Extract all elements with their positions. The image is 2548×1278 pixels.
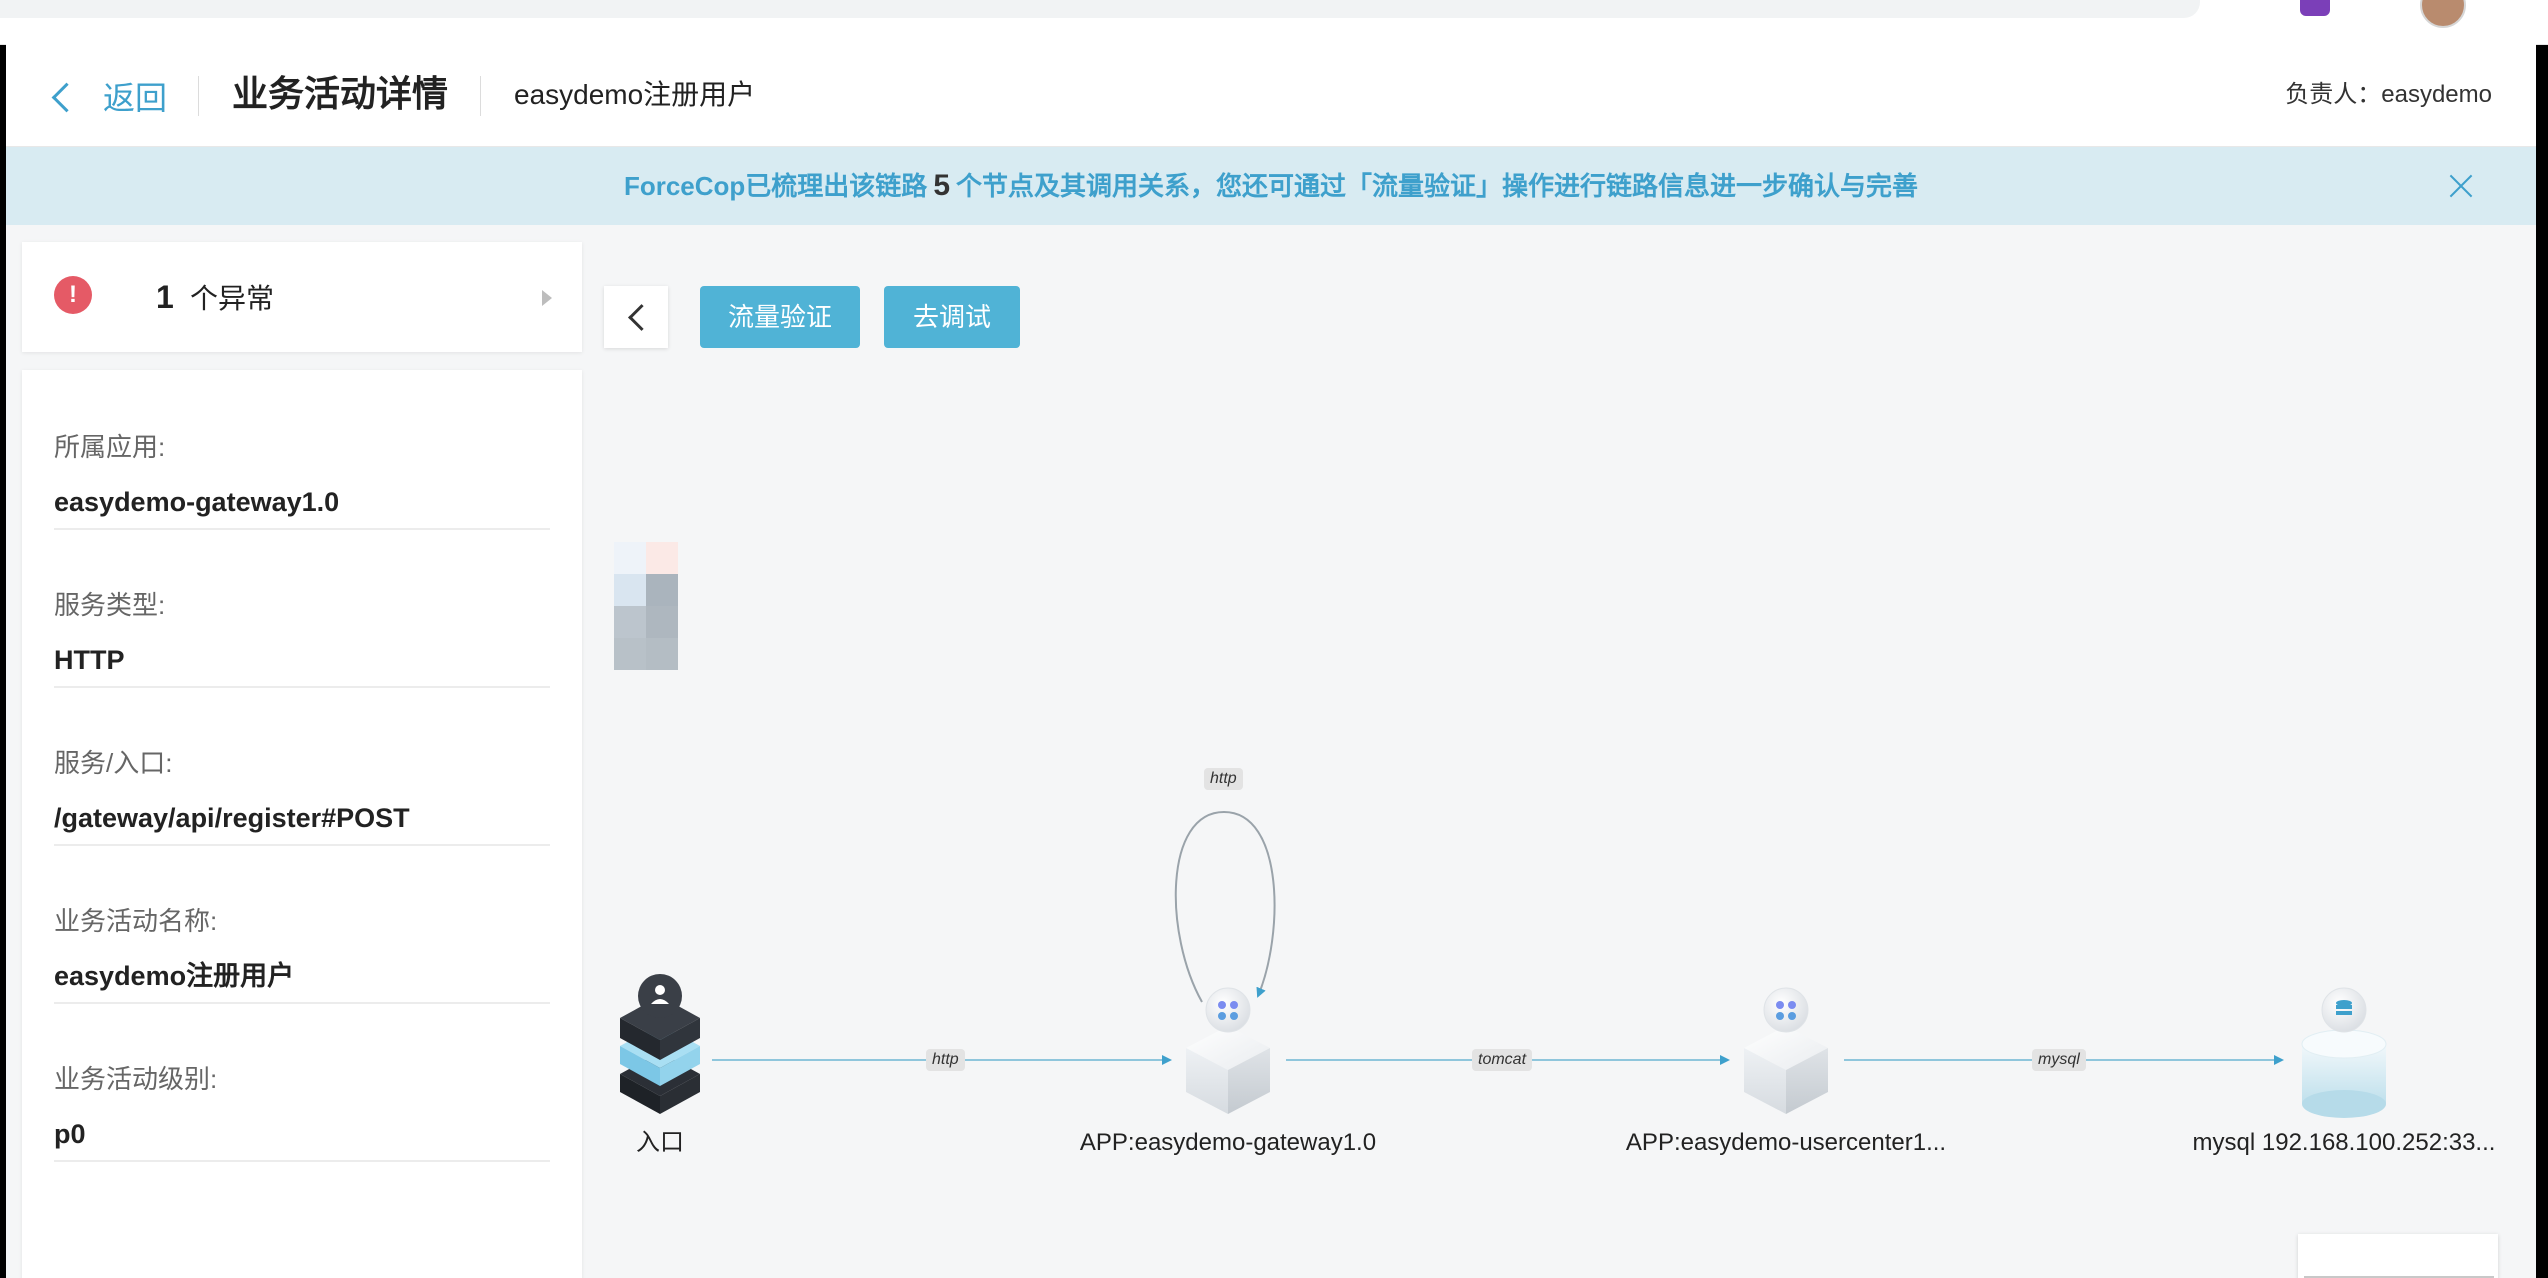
avatar[interactable]: [2420, 0, 2466, 28]
field-label: 服务类型:: [54, 590, 166, 620]
field-entry: 服务/入口: /gateway/api/register#POST: [54, 686, 550, 846]
node-label: 入口: [636, 1129, 684, 1156]
node-label: APP:easydemo-gateway1.0: [1079, 1129, 1377, 1156]
notice-count: 5: [933, 169, 950, 202]
field-label: 服务/入口:: [54, 748, 173, 778]
edge-self-loop: [1174, 810, 1276, 1003]
field-label: 业务活动名称:: [54, 906, 218, 936]
field-app: 所属应用: easydemo-gateway1.0: [54, 370, 550, 530]
divider: [480, 76, 481, 116]
address-bar[interactable]: [0, 0, 2200, 18]
field-value: HTTP: [54, 645, 125, 675]
extension-icon[interactable]: [2230, 0, 2260, 16]
browser-toolbar: [0, 0, 2548, 45]
activity-name: easydemo注册用户: [514, 79, 756, 110]
field-label: 业务活动级别:: [54, 1064, 218, 1094]
error-summary-card[interactable]: ! 1 个异常: [22, 242, 582, 352]
notice-prefix: ForceCop已梳理出该链路: [623, 171, 928, 201]
chevron-left-icon: [51, 82, 82, 112]
page-header: 返回 业务活动详情 easydemo注册用户 负责人：easydemo: [6, 44, 2536, 147]
back-button[interactable]: 返回: [51, 76, 168, 116]
edge-label: http: [1204, 768, 1243, 790]
back-label: 返回: [103, 80, 168, 116]
extension-icon[interactable]: [2360, 0, 2390, 16]
field-value: /gateway/api/register#POST: [54, 803, 410, 833]
notice-suffix: 个节点及其调用关系，您还可通过「流量验证」操作进行链路信息进一步确认与完善: [956, 171, 1919, 201]
owner-label: 负责人：easydemo: [2285, 81, 2492, 108]
field-value: easydemo注册用户: [54, 961, 295, 991]
notice-banner: ForceCop已梳理出该链路 5 个节点及其调用关系，您还可通过「流量验证」操作进…: [6, 147, 2536, 225]
user-entry-icon[interactable]: [620, 974, 700, 1114]
field-activity-level: 业务活动级别: p0: [54, 1002, 550, 1162]
edge-label: mysql: [2032, 1049, 2086, 1071]
field-service-type: 服务类型: HTTP: [54, 528, 550, 688]
edge-label: tomcat: [1472, 1049, 1533, 1071]
info-panel: 所属应用: easydemo-gateway1.0 服务类型: HTTP 服务/…: [22, 370, 582, 1278]
notice-text: ForceCop已梳理出该链路 5 个节点及其调用关系，您还可通过「流量验证」操作进…: [6, 169, 2536, 203]
error-label: 个异常: [190, 283, 275, 314]
caret-right-icon: [542, 290, 552, 306]
close-icon[interactable]: [2446, 171, 2476, 201]
node-label: APP:easydemo-usercenter1...: [1625, 1129, 1947, 1156]
field-value: p0: [54, 1119, 86, 1149]
field-value: easydemo-gateway1.0: [54, 487, 340, 517]
edge-label: http: [926, 1049, 965, 1071]
node-label: mysql 192.168.100.252:33...: [2192, 1129, 2496, 1156]
divider: [198, 76, 199, 116]
field-activity-name: 业务活动名称: easydemo注册用户: [54, 844, 550, 1004]
error-count: 1: [156, 279, 174, 315]
app-cube-icon[interactable]: [1186, 987, 1270, 1114]
topology-graph: [620, 810, 2387, 1118]
warning-icon: !: [54, 276, 92, 314]
app-window: 返回 业务活动详情 easydemo注册用户 负责人：easydemo Forc…: [6, 44, 2536, 1278]
page-title: 业务活动详情: [232, 73, 449, 114]
extension-icon[interactable]: [2300, 0, 2330, 16]
field-label: 所属应用:: [54, 432, 166, 462]
database-icon[interactable]: [2301, 987, 2387, 1118]
minimap[interactable]: [2298, 1234, 2498, 1278]
app-cube-icon[interactable]: [1744, 987, 1828, 1114]
topology-canvas[interactable]: 流量验证 去调试 http http tomcat mysql 入口 APP:e…: [604, 234, 2536, 1278]
